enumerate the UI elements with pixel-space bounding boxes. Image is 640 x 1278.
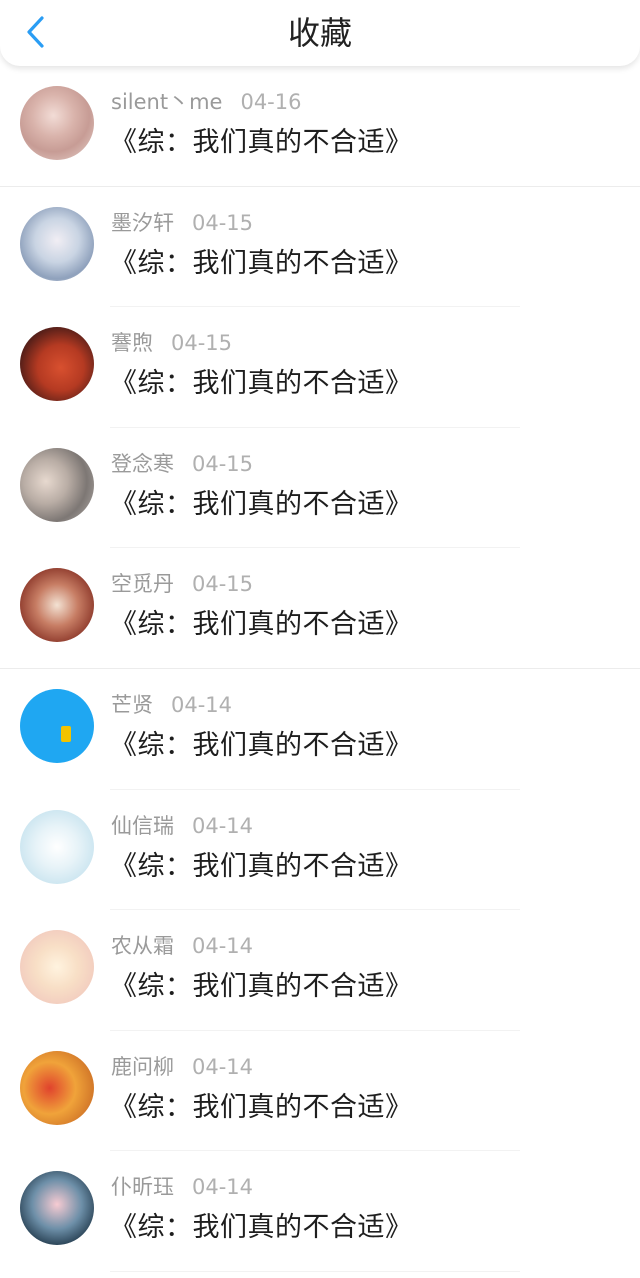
username[interactable]: 登念寒 (111, 452, 174, 476)
avatar[interactable] (20, 930, 94, 1005)
date: 04-16 (240, 90, 302, 114)
avatar[interactable] (20, 206, 94, 281)
username[interactable]: 芒贤 (111, 693, 153, 717)
favorites-screen: 收藏 silent丶me 04-16 《综：我们真的不合适》 墨汐轩 04-15 《… (0, 0, 640, 1278)
avatar[interactable] (20, 1171, 94, 1246)
list-item[interactable]: 仙信瑞 04-14 《综：我们真的不合适》 (0, 790, 640, 911)
book-title[interactable]: 《综：我们真的不合适》 (110, 606, 413, 644)
top-bar: 收藏 (0, 0, 640, 66)
username[interactable]: silent丶me (111, 90, 222, 114)
list-item[interactable]: 墨汐轩 04-15 《综：我们真的不合适》 (0, 187, 640, 308)
avatar[interactable] (20, 1050, 94, 1125)
date: 04-15 (192, 572, 254, 597)
avatar[interactable] (20, 86, 94, 160)
favorites-list: silent丶me 04-16 《综：我们真的不合适》 墨汐轩 04-15 《综：我… (0, 66, 640, 1272)
list-item[interactable]: 鹿问柳 04-14 《综：我们真的不合适》 (0, 1031, 640, 1152)
username[interactable]: 仆昕珏 (111, 1175, 174, 1199)
item-meta: 謇煦 04-15 (111, 329, 232, 357)
avatar[interactable] (20, 809, 94, 884)
date: 04-14 (192, 1175, 254, 1200)
list-item[interactable]: 登念寒 04-15 《综：我们真的不合适》 (0, 428, 640, 549)
avatar-figure (61, 725, 71, 742)
username[interactable]: 仙信瑞 (111, 814, 174, 838)
item-meta: silent丶me 04-16 (111, 88, 301, 116)
username[interactable]: 鹿问柳 (111, 1055, 174, 1079)
item-meta: 墨汐轩 04-15 (111, 209, 253, 237)
date: 04-15 (171, 331, 233, 356)
date: 04-14 (192, 1054, 254, 1079)
book-title[interactable]: 《综：我们真的不合适》 (110, 124, 413, 162)
avatar[interactable] (20, 568, 94, 643)
date: 04-15 (192, 210, 254, 235)
item-meta: 登念寒 04-15 (111, 450, 253, 478)
divider (110, 1270, 520, 1272)
book-title[interactable]: 《综：我们真的不合适》 (110, 245, 413, 283)
list-item[interactable]: 空觅丹 04-15 《综：我们真的不合适》 (0, 548, 640, 669)
list-item[interactable]: 芒贤 04-14 《综：我们真的不合适》 (0, 669, 640, 790)
book-title[interactable]: 《综：我们真的不合适》 (110, 848, 413, 886)
book-title[interactable]: 《综：我们真的不合适》 (110, 1209, 413, 1247)
page-title: 收藏 (287, 14, 352, 52)
date: 04-14 (192, 813, 254, 838)
date: 04-15 (192, 451, 254, 476)
avatar[interactable] (20, 327, 94, 402)
list-item[interactable]: silent丶me 04-16 《综：我们真的不合适》 (0, 66, 640, 187)
book-title[interactable]: 《综：我们真的不合适》 (110, 1089, 413, 1127)
book-title[interactable]: 《综：我们真的不合适》 (110, 486, 413, 524)
date: 04-14 (171, 692, 233, 717)
list-item[interactable]: 仆昕珏 04-14 《综：我们真的不合适》 (0, 1151, 640, 1272)
book-title[interactable]: 《综：我们真的不合适》 (110, 968, 413, 1006)
username[interactable]: 謇煦 (111, 331, 153, 355)
username[interactable]: 农从霜 (111, 934, 174, 958)
item-meta: 芒贤 04-14 (111, 691, 232, 719)
date: 04-14 (192, 934, 254, 959)
book-title[interactable]: 《综：我们真的不合适》 (110, 727, 413, 765)
avatar[interactable] (20, 447, 94, 522)
list-item[interactable]: 农从霜 04-14 《综：我们真的不合适》 (0, 910, 640, 1031)
item-meta: 鹿问柳 04-14 (111, 1053, 253, 1081)
item-meta: 农从霜 04-14 (111, 932, 253, 960)
list-item[interactable]: 謇煦 04-15 《综：我们真的不合适》 (0, 307, 640, 428)
book-title[interactable]: 《综：我们真的不合适》 (110, 365, 413, 403)
item-meta: 空觅丹 04-15 (111, 570, 253, 598)
item-meta: 仆昕珏 04-14 (111, 1173, 253, 1201)
username[interactable]: 墨汐轩 (111, 211, 174, 235)
item-meta: 仙信瑞 04-14 (111, 812, 253, 840)
username[interactable]: 空觅丹 (111, 572, 174, 596)
avatar[interactable] (20, 688, 94, 763)
